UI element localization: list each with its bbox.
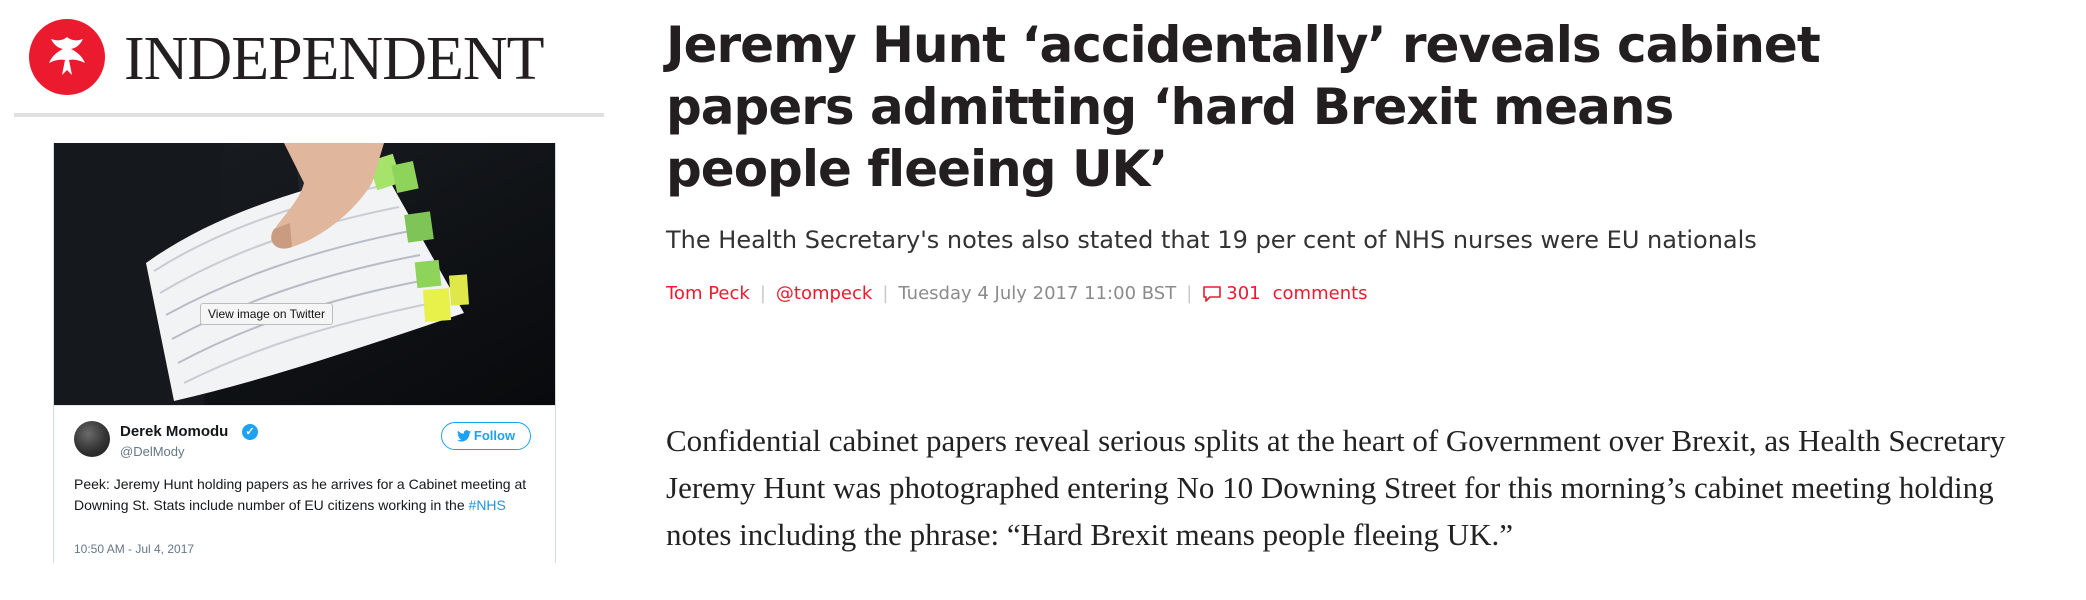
follow-label: Follow (473, 428, 516, 443)
article-body-paragraph: Confidential cabinet papers reveal serio… (666, 423, 2006, 552)
tweet-text-body: Peek: Jeremy Hunt holding papers as he a… (74, 476, 527, 513)
byline-separator: | (759, 283, 766, 304)
comment-bubble-icon (1203, 286, 1222, 302)
independent-logo[interactable] (29, 19, 105, 95)
tweet-body: Derek Momodu ✓ @DelMody Follow Peek: Jer… (54, 405, 555, 563)
byline: Tom Peck | @tompeck | Tuesday 4 July 201… (666, 282, 1368, 306)
papers-photo-illustration (54, 143, 555, 405)
tweet-photo[interactable]: View image on Twitter (54, 143, 555, 405)
eagle-icon (49, 37, 85, 75)
hashtag-link[interactable]: #NHS (469, 497, 506, 513)
comments-link[interactable]: 301 comments (1202, 282, 1368, 306)
verified-badge-icon: ✓ (242, 424, 258, 440)
tweet-author-handle[interactable]: @DelMody (120, 444, 185, 459)
avatar[interactable] (74, 421, 110, 457)
author-twitter-link[interactable]: @tompeck (776, 282, 872, 306)
view-image-on-twitter-button[interactable]: View image on Twitter (200, 303, 333, 325)
author-link[interactable]: Tom Peck (666, 282, 750, 306)
publish-date: Tuesday 4 July 2017 11:00 BST (898, 283, 1177, 304)
byline-separator: | (1186, 283, 1193, 304)
byline-separator: | (882, 283, 889, 304)
masthead-divider (14, 113, 604, 117)
article-standfirst: The Health Secretary's notes also stated… (666, 226, 1757, 254)
follow-button[interactable]: Follow (441, 422, 531, 450)
comments-label: comments (1272, 283, 1368, 304)
tweet-text: Peek: Jeremy Hunt holding papers as he a… (74, 474, 529, 516)
twitter-bird-icon (456, 430, 471, 442)
tweet-author-name[interactable]: Derek Momodu (120, 423, 228, 440)
brand-wordmark[interactable]: INDEPENDENT (124, 28, 544, 90)
embedded-tweet: View image on Twitter Derek Momodu ✓ @De… (53, 143, 556, 563)
tweet-timestamp[interactable]: 10:50 AM - Jul 4, 2017 (74, 542, 194, 556)
comment-count: 301 (1226, 283, 1261, 304)
article-headline: Jeremy Hunt ‘accidentally’ reveals cabin… (666, 16, 1821, 198)
